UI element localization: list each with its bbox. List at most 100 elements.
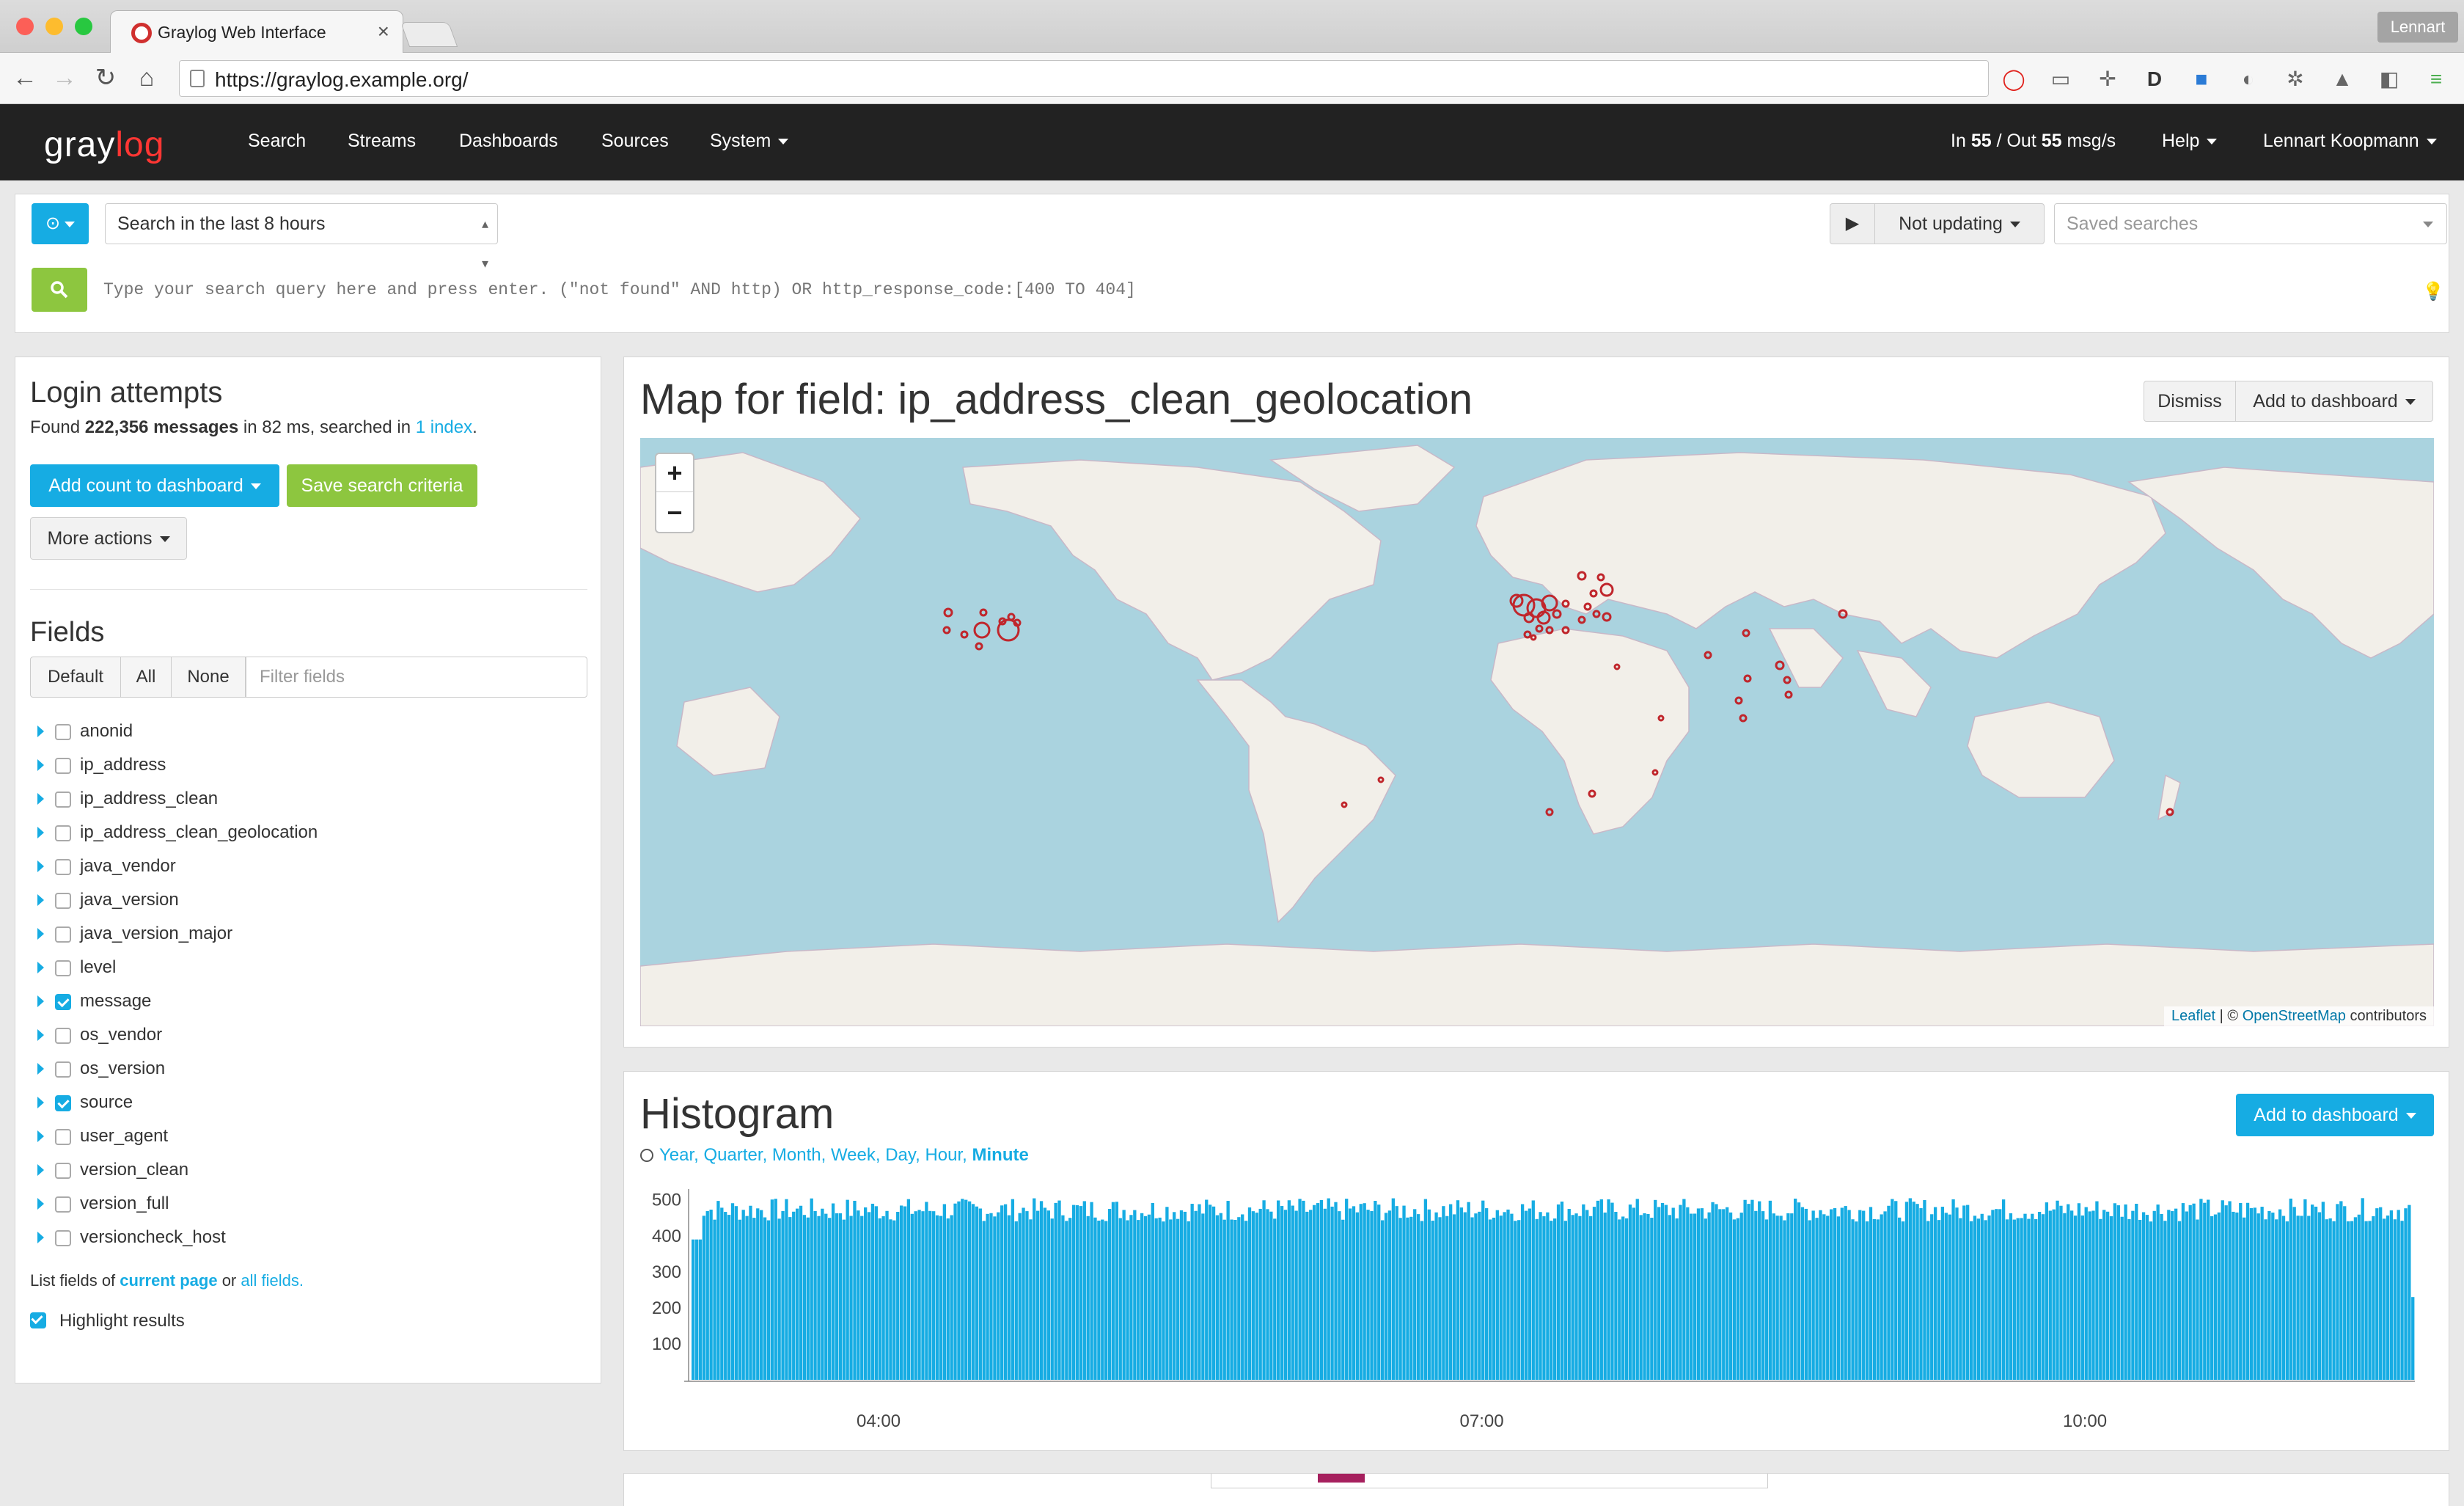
histogram-bar[interactable]: [982, 1221, 986, 1380]
histogram-bar[interactable]: [2361, 1198, 2364, 1380]
add-histogram-to-dashboard-button[interactable]: Add to dashboard: [2236, 1094, 2434, 1136]
histogram-bar[interactable]: [1919, 1207, 1923, 1380]
histogram-bar[interactable]: [821, 1208, 824, 1380]
histogram-bar[interactable]: [2339, 1201, 2343, 1380]
caret-right-icon[interactable]: [37, 1232, 44, 1243]
histogram-bar[interactable]: [1826, 1216, 1830, 1380]
histogram-bar[interactable]: [2138, 1220, 2142, 1380]
histogram-bar[interactable]: [2368, 1221, 2372, 1380]
histogram-bar[interactable]: [2160, 1213, 2163, 1380]
histogram-bar[interactable]: [1840, 1207, 1844, 1380]
field-name[interactable]: version_full: [80, 1194, 169, 1214]
histogram-bar[interactable]: [1596, 1200, 1600, 1380]
histogram-bar[interactable]: [2023, 1213, 2027, 1380]
caret-right-icon[interactable]: [37, 1164, 44, 1176]
caret-right-icon[interactable]: [37, 725, 44, 737]
histogram-bar[interactable]: [2063, 1213, 2067, 1380]
histogram-bar[interactable]: [1754, 1210, 1758, 1380]
histogram-bar[interactable]: [734, 1206, 738, 1380]
histogram-bar[interactable]: [2386, 1216, 2390, 1380]
histogram-bar[interactable]: [1298, 1199, 1302, 1380]
histogram-bar[interactable]: [978, 1208, 982, 1380]
histogram-bar[interactable]: [2253, 1207, 2256, 1380]
histogram-bar[interactable]: [1014, 1221, 1018, 1380]
saved-searches-select[interactable]: Saved searches: [2054, 203, 2447, 244]
search-query-input[interactable]: [103, 268, 2435, 312]
histogram-bar[interactable]: [975, 1206, 979, 1380]
histogram-bar[interactable]: [2243, 1217, 2246, 1380]
histogram-bar[interactable]: [1107, 1209, 1112, 1380]
histogram-bar[interactable]: [2020, 1218, 2023, 1380]
histogram-bar[interactable]: [2400, 1221, 2404, 1380]
histogram-bar[interactable]: [1406, 1217, 1409, 1380]
dismiss-button[interactable]: Dismiss: [2144, 381, 2236, 422]
histogram-bar[interactable]: [1592, 1207, 1596, 1380]
histogram-bar[interactable]: [1474, 1213, 1478, 1380]
histogram-bar[interactable]: [1693, 1213, 1697, 1380]
histogram-bar[interactable]: [1075, 1205, 1079, 1380]
histogram-bar[interactable]: [1998, 1209, 2002, 1380]
add-map-to-dashboard-button[interactable]: Add to dashboard: [2235, 381, 2433, 422]
field-checkbox[interactable]: [55, 1061, 71, 1078]
histogram-bar[interactable]: [2289, 1198, 2292, 1380]
histogram-bar[interactable]: [953, 1203, 957, 1380]
histogram-bar[interactable]: [1068, 1218, 1072, 1380]
histogram-bar[interactable]: [1061, 1215, 1065, 1380]
lightbulb-icon[interactable]: 💡: [2422, 281, 2444, 302]
field-checkbox[interactable]: [55, 893, 71, 909]
histogram-bar[interactable]: [1550, 1221, 1553, 1380]
close-window-button[interactable]: [16, 18, 34, 35]
histogram-bar[interactable]: [1341, 1219, 1345, 1380]
histogram-bar[interactable]: [1718, 1209, 1722, 1380]
histogram-bar[interactable]: [961, 1199, 964, 1380]
histogram-bar[interactable]: [2141, 1212, 2146, 1380]
histogram-bar[interactable]: [1173, 1212, 1176, 1380]
histogram-bar[interactable]: [698, 1239, 703, 1380]
crosshair-extension-icon[interactable]: ✛: [2094, 66, 2121, 92]
histogram-bar[interactable]: [1610, 1202, 1614, 1380]
histogram-bar[interactable]: [1140, 1213, 1144, 1380]
histogram-bar[interactable]: [716, 1201, 720, 1380]
histogram-bar[interactable]: [1438, 1217, 1442, 1380]
histogram-bar[interactable]: [1624, 1218, 1629, 1380]
resolution-day[interactable]: Day: [885, 1145, 915, 1165]
histogram-bar[interactable]: [2167, 1210, 2171, 1380]
histogram-bar[interactable]: [2113, 1203, 2117, 1380]
histogram-bar[interactable]: [1413, 1209, 1417, 1380]
histogram-bar[interactable]: [1800, 1207, 1805, 1380]
histogram-bar[interactable]: [1151, 1202, 1154, 1380]
histogram-bar[interactable]: [2099, 1218, 2102, 1380]
histogram-bar[interactable]: [2091, 1210, 2095, 1380]
histogram-bar[interactable]: [1628, 1205, 1632, 1380]
histogram-bar[interactable]: [1137, 1220, 1140, 1380]
window-extension-icon[interactable]: ◧: [2376, 66, 2402, 92]
histogram-bar[interactable]: [2001, 1199, 2006, 1380]
histogram-bar[interactable]: [1563, 1221, 1567, 1380]
histogram-bar[interactable]: [1786, 1213, 1790, 1380]
histogram-bar[interactable]: [1632, 1207, 1636, 1380]
histogram-bar[interactable]: [720, 1207, 724, 1380]
histogram-bar[interactable]: [1262, 1200, 1266, 1380]
histogram-bar[interactable]: [1291, 1205, 1294, 1380]
histogram-bar[interactable]: [817, 1216, 821, 1380]
histogram-bar[interactable]: [946, 1218, 950, 1380]
histogram-bar[interactable]: [2031, 1213, 2034, 1380]
histogram-bar[interactable]: [1976, 1218, 1981, 1380]
histogram-bar[interactable]: [1126, 1220, 1129, 1380]
histogram-bar[interactable]: [1700, 1208, 1704, 1380]
histogram-bar[interactable]: [1071, 1205, 1076, 1380]
histogram-bar[interactable]: [1036, 1210, 1040, 1380]
histogram-bar[interactable]: [1033, 1198, 1036, 1380]
histogram-bar[interactable]: [1187, 1221, 1190, 1380]
histogram-bar[interactable]: [741, 1210, 745, 1380]
histogram-bar[interactable]: [1728, 1212, 1733, 1380]
address-bar[interactable]: https://graylog.example.org/: [179, 60, 1989, 97]
caret-right-icon[interactable]: [37, 962, 44, 973]
histogram-bar[interactable]: [1696, 1208, 1701, 1380]
histogram-bar[interactable]: [1736, 1218, 1739, 1380]
histogram-bar[interactable]: [1891, 1199, 1894, 1380]
histogram-bar[interactable]: [1273, 1218, 1277, 1380]
histogram-bar[interactable]: [2152, 1210, 2156, 1380]
histogram-bar[interactable]: [2281, 1216, 2286, 1380]
histogram-bar[interactable]: [2052, 1209, 2056, 1380]
